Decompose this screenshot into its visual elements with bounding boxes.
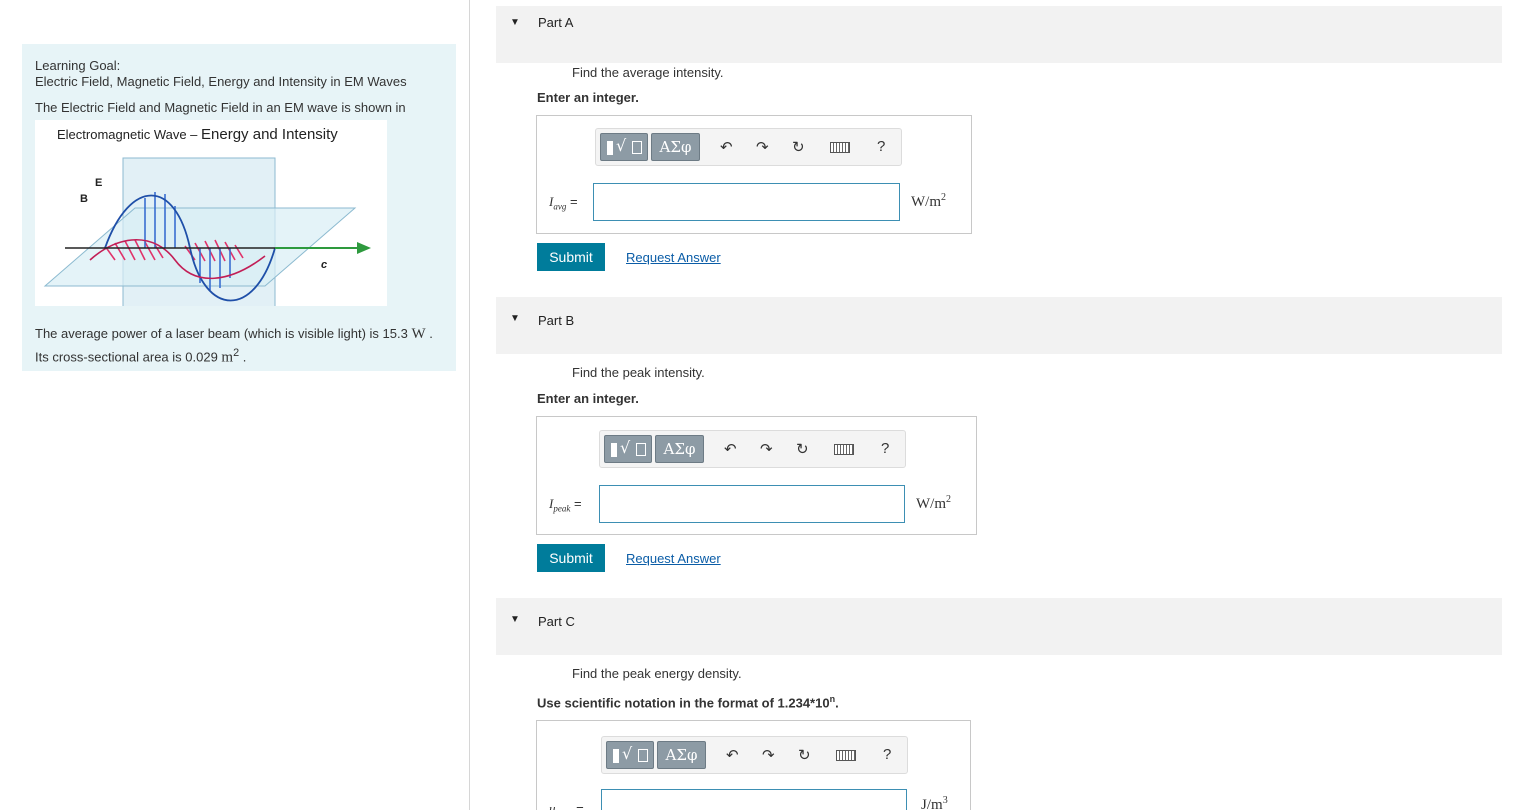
templates-button[interactable]: √	[606, 741, 654, 769]
part-b-question: Find the peak intensity.	[572, 365, 705, 380]
part-b-answer-input[interactable]	[599, 485, 905, 523]
part-b-label: Part B	[538, 313, 575, 328]
keyboard-icon[interactable]	[836, 750, 856, 761]
redo-icon[interactable]: ↷	[760, 440, 773, 458]
part-a-instruction: Enter an integer.	[537, 90, 639, 105]
undo-icon[interactable]: ↶	[726, 746, 739, 764]
part-b-variable-label: Ipeak =	[549, 496, 582, 514]
goal-title: Learning Goal:	[35, 58, 121, 73]
label-c: c	[321, 259, 327, 271]
reset-icon[interactable]: ↻	[796, 440, 809, 458]
part-b-instruction: Enter an integer.	[537, 391, 639, 406]
greek-symbols-button[interactable]: ΑΣφ	[657, 741, 706, 769]
part-a-header[interactable]: ▼ Part A	[496, 6, 1502, 63]
redo-icon[interactable]: ↷	[756, 138, 769, 156]
part-a-submit-button[interactable]: Submit	[537, 243, 605, 271]
part-a-answer-box: √ ΑΣφ ↶ ↷ ↻ ? Iavg = W/m2	[536, 115, 972, 234]
part-c-unit: J/m3	[921, 795, 948, 810]
templates-button[interactable]: √	[604, 435, 652, 463]
figure-title-small: Electromagnetic Wave –	[57, 127, 202, 142]
part-c-answer-input[interactable]	[601, 789, 907, 810]
label-b: B	[80, 193, 88, 205]
em-wave-diagram: E B c	[43, 157, 371, 306]
figure-title: Electromagnetic Wave – Energy and Intens…	[57, 126, 338, 143]
goal-intro-text: The Electric Field and Magnetic Field in…	[35, 100, 406, 115]
goal-problem-line1: The average power of a laser beam (which…	[35, 326, 433, 342]
templates-button[interactable]: √	[600, 133, 648, 161]
label-e: E	[95, 177, 102, 189]
part-b-submit-button[interactable]: Submit	[537, 544, 605, 572]
keyboard-icon[interactable]	[834, 444, 854, 455]
part-b-math-toolbar: √ ΑΣφ ↶ ↷ ↻ ?	[599, 430, 906, 468]
part-a-request-answer-link[interactable]: Request Answer	[626, 250, 721, 265]
propagation-arrow	[357, 242, 371, 254]
part-c-header[interactable]: ▼ Part C	[496, 598, 1502, 655]
part-a-unit: W/m2	[911, 192, 946, 210]
goal-problem-text: The average power of a laser beam (which…	[35, 324, 433, 367]
part-a-answer-input[interactable]	[593, 183, 900, 221]
reset-icon[interactable]: ↻	[792, 138, 805, 156]
collapse-triangle-icon[interactable]: ▼	[510, 313, 520, 324]
undo-icon[interactable]: ↶	[720, 138, 733, 156]
undo-icon[interactable]: ↶	[724, 440, 737, 458]
part-c-label: Part C	[538, 614, 575, 629]
goal-problem-line2: Its cross-sectional area is 0.029 m2 .	[35, 347, 247, 366]
reset-icon[interactable]: ↻	[798, 746, 811, 764]
part-b-header[interactable]: ▼ Part B	[496, 297, 1502, 354]
part-c-instruction: Use scientific notation in the format of…	[537, 694, 839, 711]
column-divider	[469, 0, 470, 810]
part-a-label: Part A	[538, 15, 574, 30]
em-wave-figure: Electromagnetic Wave – Energy and Intens…	[35, 120, 387, 306]
learning-goal-panel: Learning Goal: Electric Field, Magnetic …	[22, 44, 456, 371]
collapse-triangle-icon[interactable]: ▼	[510, 614, 520, 625]
part-b-answer-box: √ ΑΣφ ↶ ↷ ↻ ? Ipeak = W/m2	[536, 416, 977, 535]
part-a-variable-label: Iavg =	[549, 194, 578, 212]
part-a-math-toolbar: √ ΑΣφ ↶ ↷ ↻ ?	[595, 128, 902, 166]
figure-title-big: Energy and Intensity	[201, 126, 338, 143]
part-a-question: Find the average intensity.	[572, 65, 724, 80]
collapse-triangle-icon[interactable]: ▼	[510, 17, 520, 28]
keyboard-icon[interactable]	[830, 142, 850, 153]
part-c-math-toolbar: √ ΑΣφ ↶ ↷ ↻ ?	[601, 736, 908, 774]
greek-symbols-button[interactable]: ΑΣφ	[651, 133, 700, 161]
part-c-answer-box: √ ΑΣφ ↶ ↷ ↻ ? upeak = J/m3	[536, 720, 971, 810]
part-b-unit: W/m2	[916, 494, 951, 512]
part-c-question: Find the peak energy density.	[572, 666, 742, 681]
goal-subtitle: Electric Field, Magnetic Field, Energy a…	[35, 74, 407, 89]
help-icon[interactable]: ?	[877, 138, 885, 155]
redo-icon[interactable]: ↷	[762, 746, 775, 764]
greek-symbols-button[interactable]: ΑΣφ	[655, 435, 704, 463]
help-icon[interactable]: ?	[881, 440, 889, 457]
help-icon[interactable]: ?	[883, 746, 891, 763]
part-c-variable-label: upeak =	[549, 801, 584, 810]
part-b-request-answer-link[interactable]: Request Answer	[626, 551, 721, 566]
